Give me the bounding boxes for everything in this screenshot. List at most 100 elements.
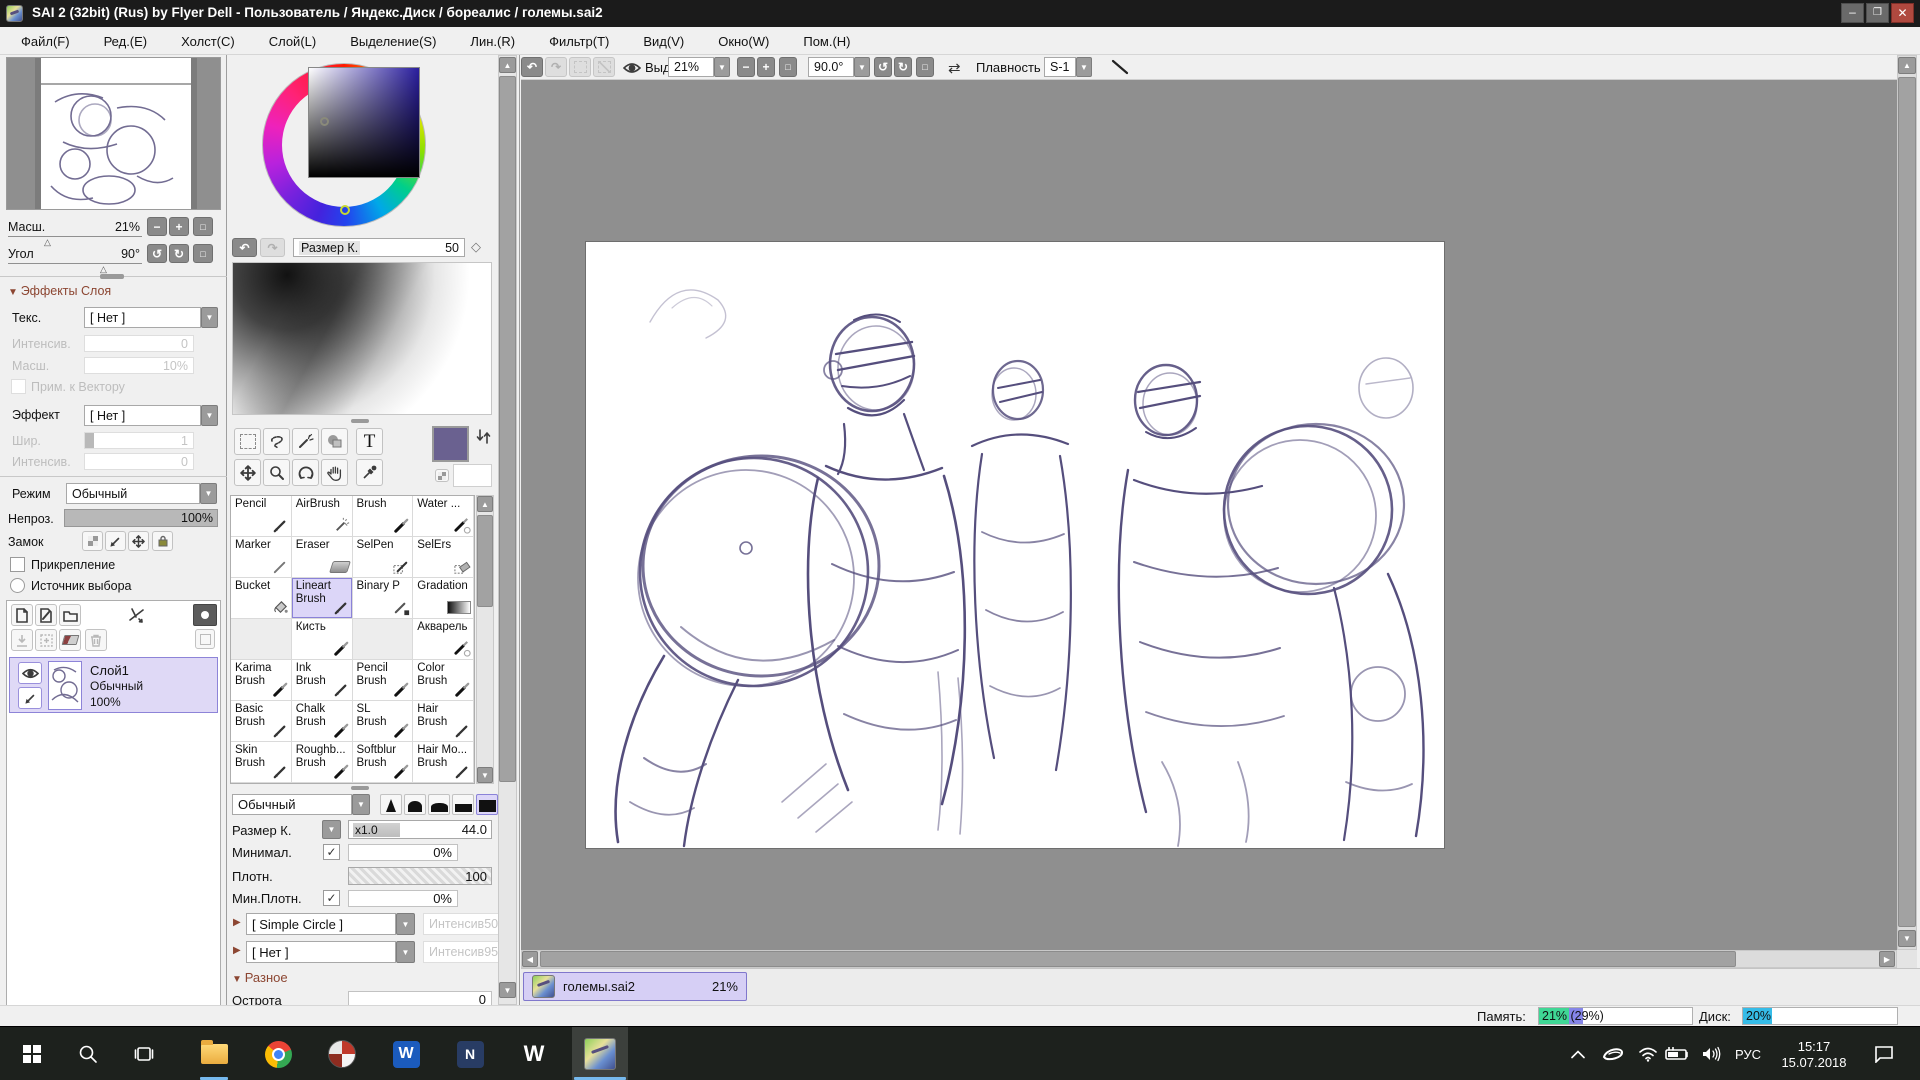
secondary-color-swatch[interactable]	[453, 464, 492, 487]
rotate-view-tool[interactable]	[292, 459, 319, 486]
effect-scale-field[interactable]: 10%	[84, 357, 194, 374]
tray-clock-button[interactable]: 15:17 15.07.2018	[1768, 1027, 1860, 1080]
minimal-field[interactable]: 0%	[348, 844, 458, 861]
canvas-page[interactable]	[585, 241, 1445, 849]
close-button[interactable]: ✕	[1891, 3, 1914, 23]
layer-panel-menu-button[interactable]	[193, 604, 217, 626]
deselect-button[interactable]	[569, 57, 591, 77]
color-scratch-pad[interactable]	[232, 262, 492, 415]
new-folder-button[interactable]	[59, 604, 81, 626]
canvas-rotate-reset-button[interactable]: □	[916, 57, 934, 77]
canvas-zoom-dropdown[interactable]: 21%	[668, 57, 714, 77]
tool-panel-scroll-up[interactable]: ▲	[499, 57, 516, 73]
tray-battery-button[interactable]	[1658, 1027, 1694, 1080]
sv-marker[interactable]	[320, 117, 329, 126]
undo-button[interactable]: ↶	[521, 57, 543, 77]
brush-cell-binary-p[interactable]: Binary P	[353, 578, 414, 619]
canvas-zoom-in-button[interactable]: +	[757, 57, 775, 77]
transparent-color-button[interactable]	[435, 469, 449, 482]
minimize-button[interactable]: –	[1841, 3, 1864, 23]
menu-item-7[interactable]: Вид(V)	[626, 34, 701, 49]
brush-mode-dropdown-arrow-icon[interactable]	[352, 794, 370, 815]
text-tool[interactable]: T	[356, 428, 383, 455]
hue-marker[interactable]	[340, 205, 350, 215]
brush-cell-pencil-brush[interactable]: PencilBrush	[353, 660, 414, 701]
nav-scale-slider[interactable]	[8, 236, 142, 237]
canvas-rotate-ccw-button[interactable]: ↺	[874, 57, 892, 77]
menu-item-1[interactable]: Ред.(E)	[87, 34, 165, 49]
rotate-ccw-button[interactable]: ↺	[147, 244, 167, 263]
smoothing-dropdown[interactable]: S-1	[1044, 57, 1076, 77]
brush-texture-dropdown[interactable]: [ Нет ]	[246, 941, 396, 963]
layer-draw-mode-button[interactable]	[18, 687, 42, 709]
rotate-cw-button[interactable]: ↻	[169, 244, 189, 263]
canvas-angle-dropdown-arrow-icon[interactable]	[854, 57, 870, 77]
menu-item-6[interactable]: Фильтр(T)	[532, 34, 626, 49]
brush-tip-flat-button[interactable]	[452, 794, 474, 815]
canvas-angle-dropdown[interactable]: 90.0°	[808, 57, 854, 77]
rect-select-tool[interactable]	[234, 428, 261, 455]
brush-tip-round-button[interactable]	[404, 794, 426, 815]
shape-expander-icon[interactable]: ▶	[233, 917, 241, 928]
layer-visibility-button[interactable]	[18, 662, 42, 684]
minimal-checkbox[interactable]: ✓	[323, 844, 340, 860]
tool-panel-scroll-down[interactable]: ▼	[499, 982, 516, 998]
lasso-tool[interactable]	[263, 428, 290, 455]
layer-row-selected[interactable]: Слой1 Обычный 100%	[9, 657, 218, 713]
brush-cell-eraser[interactable]: Eraser	[292, 537, 353, 578]
lock-transparency-button[interactable]	[82, 531, 103, 551]
canvas-scroll-down[interactable]: ▼	[1898, 930, 1916, 947]
misc-header[interactable]: Разное	[232, 970, 288, 985]
taskbar-waterfox-button[interactable]: W	[508, 1027, 560, 1080]
brush-cell-basic-brush[interactable]: BasicBrush	[231, 701, 292, 742]
smoothing-dropdown-arrow-icon[interactable]	[1076, 57, 1092, 77]
menu-item-3[interactable]: Слой(L)	[252, 34, 334, 49]
canvas-scroll-up[interactable]: ▲	[1898, 57, 1916, 74]
canvas-zoom-reset-button[interactable]: □	[779, 57, 797, 77]
size-unit-dropdown[interactable]	[322, 820, 341, 839]
brush-mode-dropdown[interactable]: Обычный	[232, 794, 352, 815]
clip-group-checkbox[interactable]	[10, 557, 25, 572]
swap-colors-button[interactable]	[476, 428, 492, 446]
effect-dropdown[interactable]: [ Нет ]	[84, 405, 201, 426]
brush-tip-square-button[interactable]	[476, 794, 498, 815]
brush-cell-кисть[interactable]: Кисть	[292, 619, 353, 660]
brush-tip-dome-button[interactable]	[428, 794, 450, 815]
brush-texture-dropdown-arrow-icon[interactable]	[396, 941, 415, 963]
canvas-rotate-cw-button[interactable]: ↻	[894, 57, 912, 77]
action-center-button[interactable]	[1862, 1027, 1906, 1080]
new-layer-button[interactable]	[11, 604, 33, 626]
zoom-out-button[interactable]: −	[147, 217, 167, 236]
brush-cell-chalk-brush[interactable]: ChalkBrush	[292, 701, 353, 742]
flip-horizontal-icon[interactable]: ⇄	[948, 59, 961, 77]
shape-tool[interactable]	[321, 428, 348, 455]
texture-intensity-field[interactable]: Интенсив95	[423, 941, 503, 963]
canvas-scroll-right[interactable]: ▶	[1879, 951, 1895, 967]
navigator-preview[interactable]	[6, 57, 221, 210]
brush-cell-акварель[interactable]: Акварель	[413, 619, 474, 660]
canvas-vscrollbar-thumb[interactable]	[1898, 77, 1916, 927]
texture-dropdown-arrow-icon[interactable]	[201, 307, 218, 328]
layer-thumbnail[interactable]	[48, 661, 82, 710]
brush-grid-scrollbar-thumb[interactable]	[477, 515, 493, 607]
brush-cell-softblur-brush[interactable]: SoftblurBrush	[353, 742, 414, 783]
brush-cell-hair-mo-brush[interactable]: Hair Mo...Brush	[413, 742, 474, 783]
start-button[interactable]	[10, 1027, 54, 1080]
eyedropper-tool[interactable]	[356, 459, 383, 486]
tray-app-button[interactable]	[1596, 1027, 1630, 1080]
menu-item-9[interactable]: Пом.(H)	[786, 34, 867, 49]
brush-cell-roughb-brush[interactable]: Roughb...Brush	[292, 742, 353, 783]
primary-color-swatch[interactable]	[432, 426, 469, 462]
tray-volume-button[interactable]	[1694, 1027, 1728, 1080]
canvas-scroll-left[interactable]: ◀	[522, 951, 538, 967]
brush-shape-dropdown-arrow-icon[interactable]	[396, 913, 415, 935]
clear-layer-button[interactable]	[59, 629, 81, 651]
size-slider[interactable]: x1.0 44.0	[348, 820, 492, 839]
maximize-button[interactable]: ❐	[1866, 3, 1889, 23]
blend-mode-dropdown-arrow-icon[interactable]	[200, 483, 217, 504]
blend-mode-dropdown[interactable]: Обычный	[66, 483, 200, 504]
merge-down-button[interactable]	[11, 629, 33, 651]
width-field[interactable]: 1	[84, 432, 194, 449]
hand-tool[interactable]	[321, 459, 348, 486]
zoom-tool[interactable]	[263, 459, 290, 486]
